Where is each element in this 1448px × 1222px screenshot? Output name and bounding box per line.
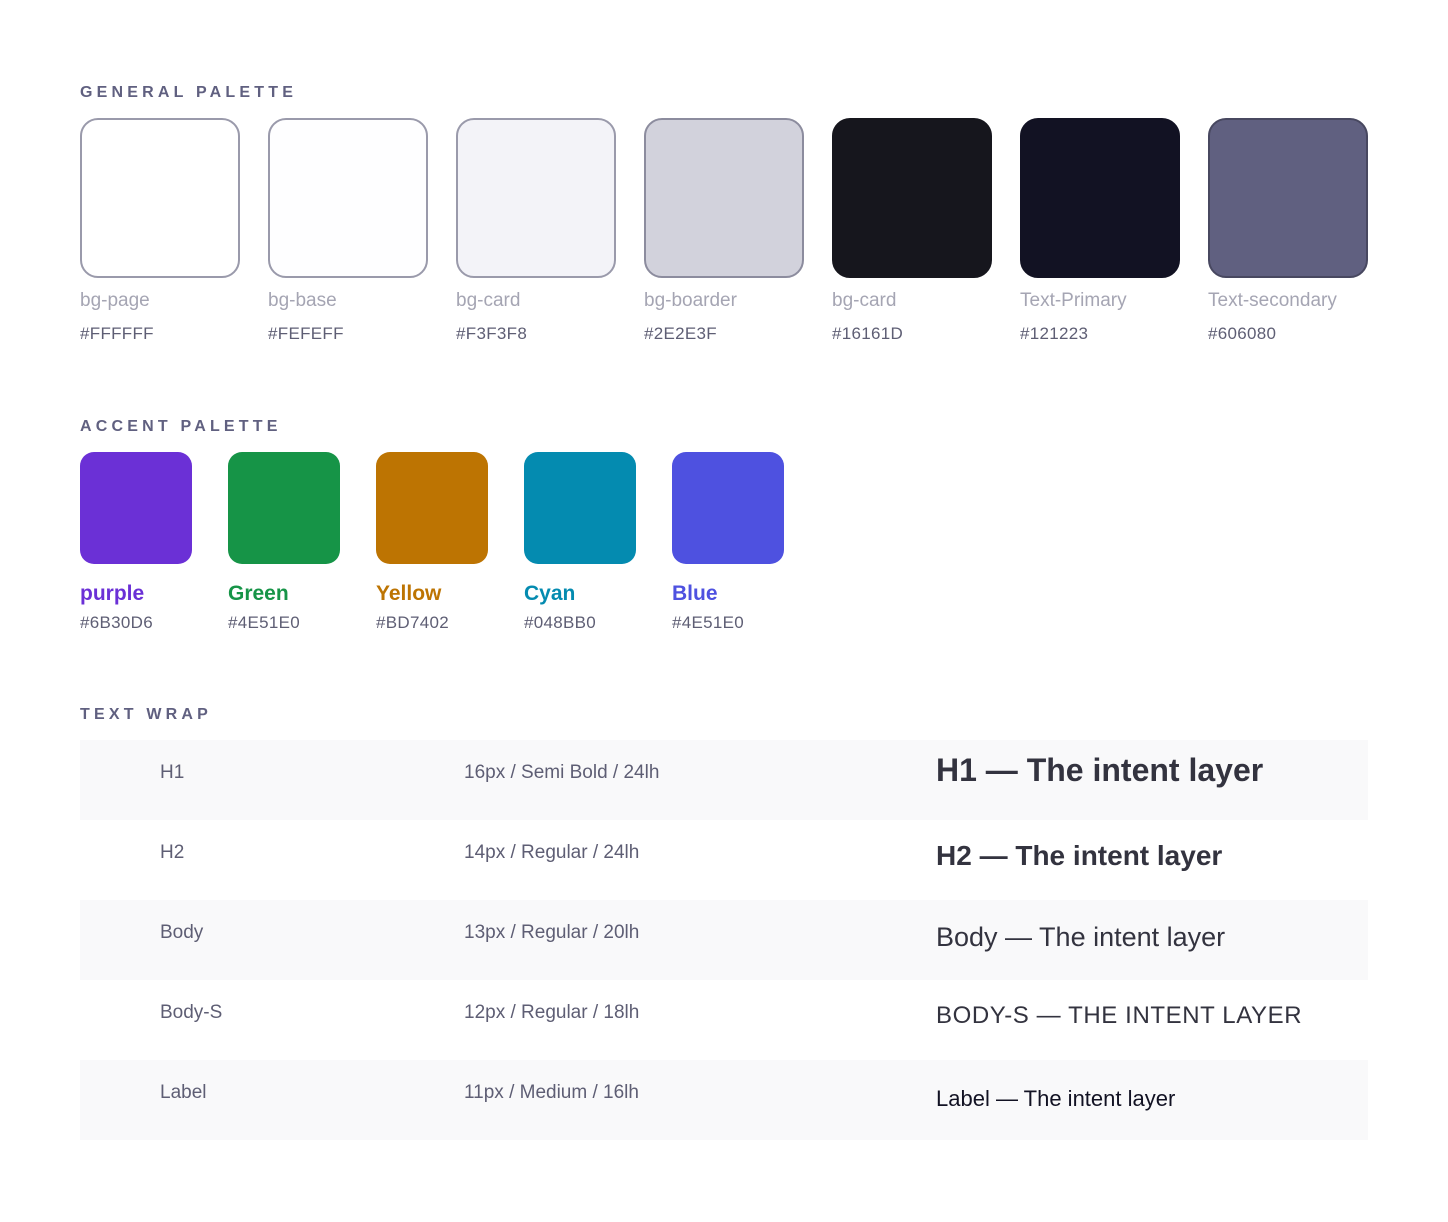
swatch-hex: #4E51E0 [672, 613, 745, 632]
swatch-bg-card-dark: bg-card #16161D [832, 118, 992, 343]
color-chip [832, 118, 992, 278]
color-chip [228, 452, 340, 564]
swatch-hex: #4E51E0 [228, 613, 301, 632]
color-chip [672, 452, 784, 564]
type-scale-table: H1 16px / Semi Bold / 24lh H1 — The inte… [80, 740, 1368, 1140]
type-style-name: Label [160, 1082, 207, 1103]
color-chip [1020, 118, 1180, 278]
color-chip [268, 118, 428, 278]
type-sample-body: Body — The intent layer [936, 922, 1226, 952]
swatch-name: Text-Primary [1020, 290, 1127, 311]
type-style-name: Body-S [160, 1002, 223, 1023]
swatch-green: Green #4E51E0 [228, 452, 340, 632]
swatch-name: purple [80, 582, 145, 605]
type-sample-body-s: BODY-S — THE INTENT LAYER [936, 1002, 1303, 1029]
swatch-hex: #F3F3F8 [456, 324, 528, 343]
swatch-name: bg-page [80, 290, 150, 311]
type-style-spec: 16px / Semi Bold / 24lh [464, 762, 660, 783]
swatch-purple: purple #6B30D6 [80, 452, 192, 632]
color-chip [80, 118, 240, 278]
swatch-cyan: Cyan #048BB0 [524, 452, 636, 632]
text-wrap-title: TEXT WRAP [80, 706, 213, 723]
swatch-name: bg-base [268, 290, 337, 311]
swatch-hex: #121223 [1020, 324, 1089, 343]
swatch-bg-card: bg-card #F3F3F8 [456, 118, 616, 343]
table-row: Label 11px / Medium / 16lh Label — The i… [80, 1060, 1368, 1140]
general-palette-title: GENERAL PALETTE [80, 84, 298, 101]
type-style-spec: 13px / Regular / 20lh [464, 922, 640, 943]
color-chip [524, 452, 636, 564]
color-chip [376, 452, 488, 564]
color-chip [1208, 118, 1368, 278]
swatch-bg-base: bg-base #FEFEFF [268, 118, 428, 343]
color-chip [80, 452, 192, 564]
swatch-hex: #16161D [832, 324, 904, 343]
table-row: H1 16px / Semi Bold / 24lh H1 — The inte… [80, 740, 1368, 820]
swatch-hex: #606080 [1208, 324, 1277, 343]
swatch-hex: #FEFEFF [268, 324, 344, 343]
type-sample-label: Label — The intent layer [936, 1086, 1176, 1111]
swatch-bg-boarder: bg-boarder #2E2E3F [644, 118, 804, 343]
swatch-hex: #FFFFFF [80, 324, 154, 343]
swatch-name: Text-secondary [1208, 290, 1337, 311]
swatch-hex: #2E2E3F [644, 324, 717, 343]
color-chip [644, 118, 804, 278]
swatch-name: Green [228, 582, 289, 605]
table-row: Body 13px / Regular / 20lh Body — The in… [80, 900, 1368, 980]
accent-palette-title: ACCENT PALETTE [80, 418, 282, 435]
swatch-bg-page: bg-page #FFFFFF [80, 118, 240, 343]
type-style-name: H2 [160, 842, 185, 863]
table-row: H2 14px / Regular / 24lh H2 — The intent… [80, 820, 1368, 900]
swatch-name: Yellow [376, 582, 442, 605]
swatch-name: bg-card [456, 290, 521, 311]
swatch-text-primary: Text-Primary #121223 [1020, 118, 1180, 343]
color-chip [456, 118, 616, 278]
swatch-name: bg-card [832, 290, 897, 311]
type-style-spec: 11px / Medium / 16lh [464, 1082, 639, 1103]
swatch-text-secondary: Text-secondary #606080 [1208, 118, 1368, 343]
swatch-hex: #BD7402 [376, 613, 449, 632]
swatch-blue: Blue #4E51E0 [672, 452, 784, 632]
type-style-spec: 14px / Regular / 24lh [464, 842, 640, 863]
swatch-hex: #048BB0 [524, 613, 597, 632]
type-style-name: H1 [160, 762, 185, 783]
swatch-hex: #6B30D6 [80, 613, 153, 632]
type-style-spec: 12px / Regular / 18lh [464, 1002, 640, 1023]
swatch-name: bg-boarder [644, 290, 737, 311]
swatch-name: Cyan [524, 582, 576, 605]
swatch-name: Blue [672, 582, 718, 605]
type-sample-h2: H2 — The intent layer [936, 840, 1223, 871]
swatch-yellow: Yellow #BD7402 [376, 452, 488, 632]
type-sample-h1: H1 — The intent layer [936, 752, 1264, 788]
type-style-name: Body [160, 922, 204, 943]
table-row: Body-S 12px / Regular / 18lh BODY-S — TH… [80, 980, 1368, 1060]
